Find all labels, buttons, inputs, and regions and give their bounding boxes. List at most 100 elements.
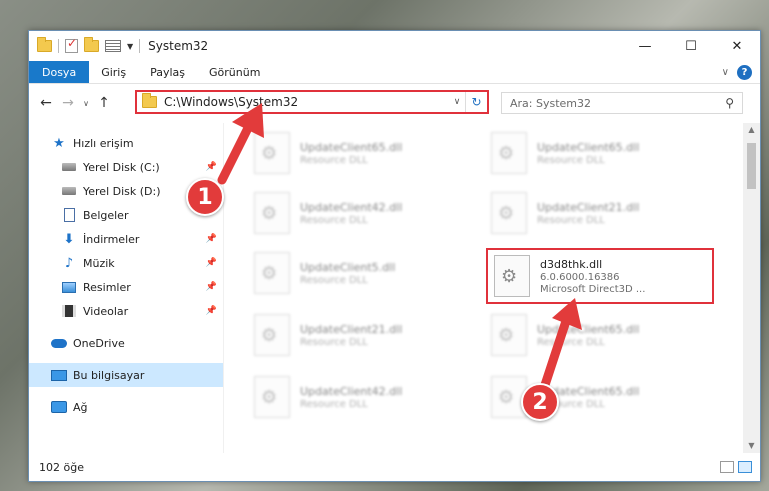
address-dropdown-icon[interactable]: ∨	[449, 97, 465, 107]
file-tile[interactable]: UpdateClient42.dllResource DLL	[248, 369, 476, 425]
address-bar[interactable]: C:\Windows\System32 ∨ ↻	[135, 90, 489, 114]
file-description: Resource DLL	[300, 336, 368, 348]
large-icons-view-icon[interactable]	[738, 461, 752, 473]
address-path[interactable]: C:\Windows\System32	[164, 95, 449, 109]
annotation-step-1: 1	[186, 178, 224, 216]
nav-onedrive[interactable]: OneDrive	[29, 331, 223, 355]
vertical-scrollbar[interactable]: ▲ ▼	[743, 123, 760, 453]
dll-file-icon	[491, 314, 527, 356]
dll-file-icon	[254, 252, 290, 294]
annotation-step-2: 2	[521, 383, 559, 421]
nav-label: OneDrive	[73, 336, 125, 350]
help-icon[interactable]: ?	[737, 64, 752, 80]
file-tile[interactable]: UpdateClient5.dllResource DLL	[248, 245, 476, 301]
cloud-icon	[51, 335, 67, 351]
file-tile[interactable]: UpdateClient42.dllResource DLL	[248, 185, 476, 241]
scrollbar-thumb[interactable]	[747, 143, 756, 189]
nav-label: Videolar	[83, 304, 129, 318]
nav-label: Belgeler	[83, 208, 129, 222]
navigation-pane: ★ Hızlı erişim Yerel Disk (C:) 📌 Yerel D…	[29, 123, 224, 453]
tab-view[interactable]: Görünüm	[197, 61, 272, 83]
file-tile[interactable]: UpdateClient21.dllResource DLL	[485, 185, 713, 241]
tab-file[interactable]: Dosya	[29, 61, 90, 83]
file-tile[interactable]: UpdateClient65.dllResource DLL	[485, 125, 713, 181]
maximize-button[interactable]: ☐	[668, 31, 714, 61]
search-icon[interactable]: ⚲	[725, 96, 734, 110]
pin-icon: 📌	[205, 258, 217, 268]
customize-toolbar-dropdown-icon[interactable]: ▼	[127, 42, 133, 51]
file-version: 6.0.6000.16386	[540, 271, 620, 283]
nav-item-music[interactable]: ♪ Müzik 📌	[29, 251, 223, 275]
file-description: Resource DLL	[537, 154, 605, 166]
dll-file-icon	[491, 132, 527, 174]
file-description: Resource DLL	[300, 274, 368, 286]
file-description: Resource DLL	[300, 154, 368, 166]
nav-item-videos[interactable]: Videolar 📌	[29, 299, 223, 323]
quick-access-toolbar: ▼	[37, 36, 141, 53]
nav-label: Yerel Disk (C:)	[83, 160, 160, 174]
recent-locations-chevron-icon[interactable]: ∨	[79, 99, 93, 108]
film-icon	[61, 303, 77, 319]
computer-icon	[51, 367, 67, 383]
picture-icon	[61, 279, 77, 295]
tab-home[interactable]: Giriş	[89, 61, 138, 83]
title-bar: ▼ System32 — ☐ ✕	[29, 31, 760, 61]
nav-label: Yerel Disk (D:)	[83, 184, 161, 198]
file-description: Resource DLL	[300, 214, 368, 226]
properties-check-icon[interactable]	[65, 36, 78, 53]
document-icon	[61, 207, 77, 223]
file-name: UpdateClient21.dll	[300, 322, 403, 336]
toolbar-separator	[139, 39, 141, 53]
nav-item-pictures[interactable]: Resimler 📌	[29, 275, 223, 299]
tab-share[interactable]: Paylaş	[138, 61, 197, 83]
download-arrow-icon: ⬇	[63, 231, 75, 247]
view-toggle	[720, 461, 760, 473]
ribbon-tabs: Dosya Giriş Paylaş Görünüm ∨ ?	[29, 61, 760, 84]
nav-network[interactable]: Ağ	[29, 395, 223, 419]
minimize-button[interactable]: —	[622, 31, 668, 61]
file-name: UpdateClient42.dll	[300, 384, 403, 398]
scroll-down-arrow-icon[interactable]: ▼	[743, 439, 760, 453]
up-arrow-icon[interactable]: ↑	[93, 95, 115, 111]
file-tile[interactable]: UpdateClient65.dllResource DLL	[485, 307, 713, 363]
refresh-icon[interactable]: ↻	[465, 92, 487, 112]
file-tile-d3d8thk[interactable]: d3d8thk.dll 6.0.6000.16386 Microsoft Dir…	[486, 248, 714, 304]
details-view-icon[interactable]	[720, 461, 734, 473]
music-note-icon: ♪	[64, 255, 74, 271]
nav-quick-access[interactable]: ★ Hızlı erişim	[29, 131, 223, 155]
nav-item-local-disk-c[interactable]: Yerel Disk (C:) 📌	[29, 155, 223, 179]
scroll-up-arrow-icon[interactable]: ▲	[743, 123, 760, 137]
file-name: UpdateClient65.dll	[537, 322, 640, 336]
file-tile[interactable]: UpdateClient21.dllResource DLL	[248, 307, 476, 363]
nav-label: Hızlı erişim	[73, 136, 134, 150]
file-tile[interactable]: UpdateClient65.dllResource DLL	[248, 125, 476, 181]
view-properties-icon[interactable]	[105, 40, 121, 52]
file-name: UpdateClient21.dll	[537, 200, 640, 214]
close-button[interactable]: ✕	[714, 31, 760, 61]
nav-label: İndirmeler	[83, 232, 140, 246]
file-tile[interactable]: UpdateClient65.dllResource DLL	[485, 369, 713, 425]
file-description: Resource DLL	[300, 398, 368, 410]
forward-arrow-icon[interactable]: →	[57, 95, 79, 111]
nav-item-downloads[interactable]: ⬇ İndirmeler 📌	[29, 227, 223, 251]
new-folder-icon[interactable]	[84, 37, 99, 52]
pin-icon: 📌	[205, 234, 217, 244]
search-box[interactable]: ⚲	[501, 92, 743, 114]
search-input[interactable]	[510, 96, 726, 110]
star-icon: ★	[53, 135, 65, 151]
drive-icon	[61, 183, 77, 199]
expand-ribbon-icon[interactable]: ∨	[722, 67, 729, 78]
pin-icon: 📌	[205, 162, 217, 172]
status-bar: 102 öğe	[29, 453, 760, 481]
file-name: UpdateClient65.dll	[537, 140, 640, 154]
file-description: Resource DLL	[537, 336, 605, 348]
nav-this-pc[interactable]: Bu bilgisayar	[29, 363, 223, 387]
back-arrow-icon[interactable]: ←	[35, 95, 57, 111]
address-folder-icon	[142, 93, 157, 108]
file-name: UpdateClient5.dll	[300, 260, 396, 274]
file-list: UpdateClient65.dllResource DLL UpdateCli…	[224, 123, 760, 453]
item-count: 102 öğe	[39, 460, 84, 474]
